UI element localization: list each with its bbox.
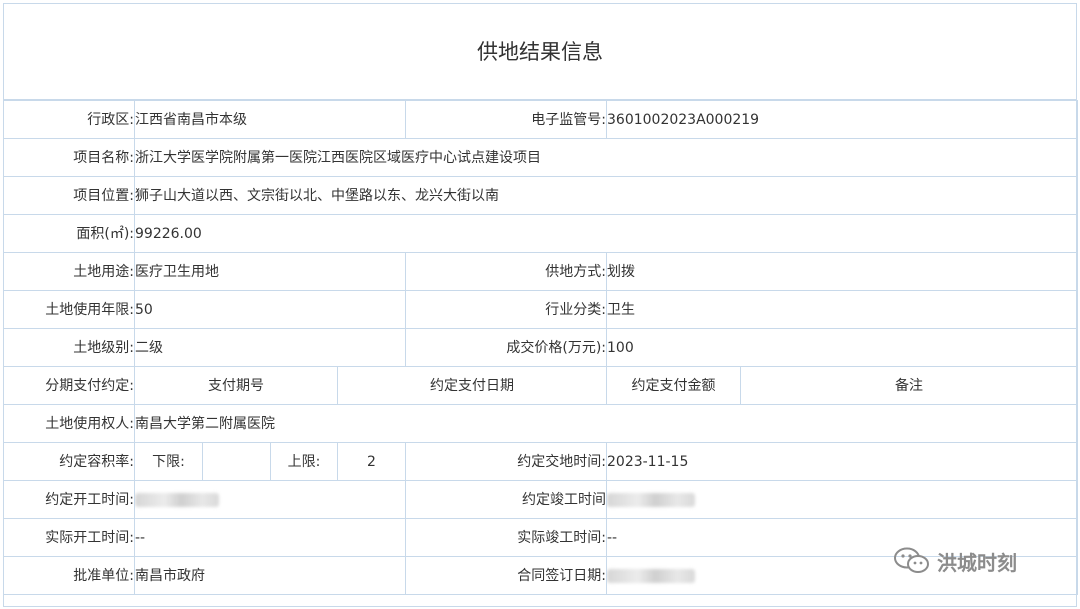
actual-start-value: -- [134, 518, 406, 557]
far-upper-label: 上限: [270, 442, 338, 481]
project-location-value: 狮子山大道以西、文宗街以北、中堡路以东、龙兴大街以南 [134, 176, 1078, 215]
table-row: 土地使用年限: 50 行业分类: 卫生 [3, 290, 1078, 329]
redacted-blur [135, 492, 219, 507]
industry-value: 卫生 [606, 290, 1078, 329]
table-row: 面积(㎡): 99226.00 [3, 214, 1078, 253]
project-name-label: 项目名称: [3, 138, 135, 177]
watermark-text: 洪城时刻 [937, 550, 1017, 575]
area-label: 面积(㎡): [3, 214, 135, 253]
table-row: 土地级别: 二级 成交价格(万元): 100 [3, 328, 1078, 367]
installment-col-period: 支付期号 [134, 366, 338, 405]
actual-completion-label: 实际竣工时间: [405, 518, 607, 557]
project-name-value: 浙江大学医学院附属第一医院江西医院区域医疗中心试点建设项目 [134, 138, 1078, 177]
use-term-label: 土地使用年限: [3, 290, 135, 329]
table-row: 土地使用权人: 南昌大学第二附属医院 [3, 404, 1078, 443]
watermark: 洪城时刻 [893, 545, 1017, 577]
district-label: 行政区: [3, 100, 135, 139]
approval-unit-label: 批准单位: [3, 556, 135, 595]
wechat-icon [894, 547, 929, 573]
deal-price-label: 成交价格(万元): [405, 328, 607, 367]
land-supply-table: 行政区: 江西省南昌市本级 电子监管号: 3601002023A000219 项… [3, 100, 1078, 595]
page-title: 供地结果信息 [3, 3, 1077, 100]
table-row: 项目位置: 狮子山大道以西、文宗街以北、中堡路以东、龙兴大街以南 [3, 176, 1078, 215]
supervision-number-label: 电子监管号: [405, 100, 607, 139]
far-lower-label: 下限: [134, 442, 203, 481]
approval-unit-value: 南昌市政府 [134, 556, 406, 595]
planned-start-value [134, 480, 406, 519]
table-row: 约定开工时间: 约定竣工时间 [3, 480, 1078, 519]
use-term-value: 50 [134, 290, 406, 329]
supervision-number-value: 3601002023A000219 [606, 100, 1078, 139]
supply-method-value: 划拨 [606, 252, 1078, 291]
installment-col-date: 约定支付日期 [337, 366, 607, 405]
supply-method-label: 供地方式: [405, 252, 607, 291]
far-label: 约定容积率: [3, 442, 135, 481]
table-row: 分期支付约定: 支付期号 约定支付日期 约定支付金额 备注 [3, 366, 1078, 405]
deal-price-value: 100 [606, 328, 1078, 367]
installment-label: 分期支付约定: [3, 366, 135, 405]
planned-completion-value [606, 480, 1078, 519]
handover-date-value: 2023-11-15 [606, 442, 1078, 481]
planned-start-label: 约定开工时间: [3, 480, 135, 519]
table-row: 项目名称: 浙江大学医学院附属第一医院江西医院区域医疗中心试点建设项目 [3, 138, 1078, 177]
redacted-blur [607, 568, 695, 583]
installment-col-remark: 备注 [740, 366, 1078, 405]
contract-date-label: 合同签订日期: [405, 556, 607, 595]
planned-completion-label: 约定竣工时间 [405, 480, 607, 519]
land-use-label: 土地用途: [3, 252, 135, 291]
table-row: 土地用途: 医疗卫生用地 供地方式: 划拨 [3, 252, 1078, 291]
far-lower-value [202, 442, 271, 481]
actual-start-label: 实际开工时间: [3, 518, 135, 557]
project-location-label: 项目位置: [3, 176, 135, 215]
far-upper-value: 2 [337, 442, 406, 481]
installment-col-amount: 约定支付金额 [606, 366, 741, 405]
industry-label: 行业分类: [405, 290, 607, 329]
table-row: 约定容积率: 下限: 上限: 2 约定交地时间: 2023-11-15 [3, 442, 1078, 481]
land-grade-label: 土地级别: [3, 328, 135, 367]
land-use-value: 医疗卫生用地 [134, 252, 406, 291]
land-owner-value: 南昌大学第二附属医院 [134, 404, 1078, 443]
handover-date-label: 约定交地时间: [405, 442, 607, 481]
district-value: 江西省南昌市本级 [134, 100, 406, 139]
land-owner-label: 土地使用权人: [3, 404, 135, 443]
land-grade-value: 二级 [134, 328, 406, 367]
table-row: 行政区: 江西省南昌市本级 电子监管号: 3601002023A000219 [3, 100, 1078, 139]
area-value: 99226.00 [134, 214, 1078, 253]
redacted-blur [607, 492, 695, 507]
